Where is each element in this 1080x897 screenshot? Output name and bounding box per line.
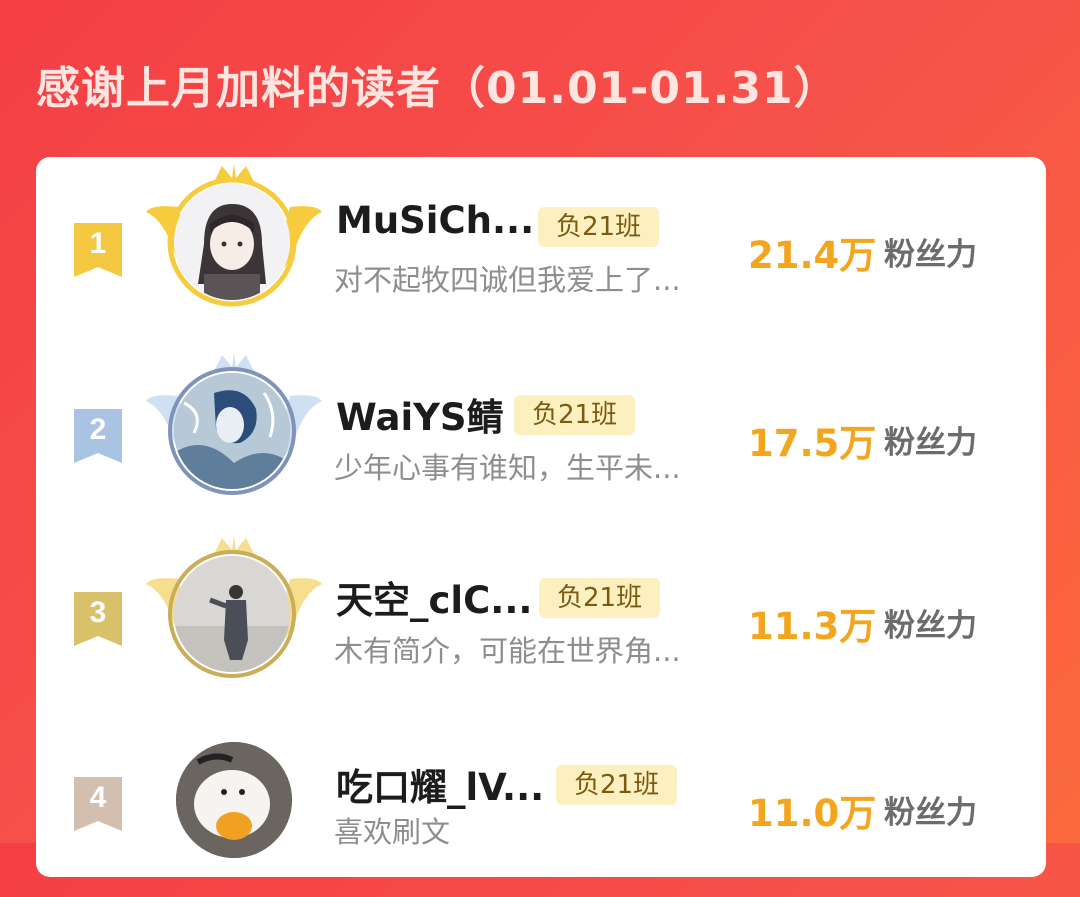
reader-name[interactable]: 天空_clC...: [336, 570, 532, 624]
avatar-frame[interactable]: [144, 162, 324, 312]
fan-badge: 负21班: [514, 395, 636, 435]
rank-ribbon-icon: 1: [72, 223, 124, 277]
reader-row[interactable]: 3 天空_clC... 负21班 木有简介，可能在世界角... 11.3万 粉丝…: [36, 532, 1046, 712]
rank-number: 3: [89, 596, 107, 629]
fans-label: 粉丝力: [884, 795, 977, 831]
avatar: [176, 742, 292, 858]
reader-bio: 木有简介，可能在世界角...: [334, 634, 681, 668]
fan-badge: 负21班: [538, 207, 660, 247]
reader-ranking-card: 1 MuSiCh... 负21班 对不起牧四诚但我爱上了... 21.4万 粉丝…: [36, 157, 1046, 877]
reader-row[interactable]: 2 WaiYS鲭 负21班 少年心事有谁知，生平未... 17.5万 粉丝力: [36, 347, 1046, 527]
reader-row[interactable]: 1 MuSiCh... 负21班 对不起牧四诚但我爱上了... 21.4万 粉丝…: [36, 157, 1046, 337]
fan-badge: 负21班: [539, 578, 661, 618]
avatar-frame[interactable]: [144, 717, 324, 867]
rank-number: 2: [89, 413, 107, 446]
rank-ribbon-icon: 4: [72, 777, 124, 831]
avatar-frame[interactable]: [144, 534, 324, 684]
reader-name[interactable]: WaiYS鲭: [336, 387, 504, 441]
avatar: [174, 556, 290, 672]
rank-ribbon-icon: 2: [72, 409, 124, 463]
rank-number: 1: [89, 227, 107, 260]
rank-ribbon-icon: 3: [72, 592, 124, 646]
page-title: 感谢上月加料的读者（01.01-01.31）: [36, 63, 839, 114]
fans-value: 11.3万: [748, 605, 877, 648]
fans-value: 21.4万: [748, 234, 877, 277]
fans-value: 11.0万: [748, 792, 877, 835]
rank-number: 4: [89, 781, 107, 814]
reader-bio: 喜欢刷文: [334, 815, 451, 849]
reader-bio: 少年心事有谁知，生平未...: [334, 451, 681, 485]
avatar-frame[interactable]: [144, 351, 324, 501]
fan-badge: 负21班: [556, 765, 678, 805]
reader-name[interactable]: MuSiCh...: [336, 199, 534, 242]
reader-bio: 对不起牧四诚但我爱上了...: [334, 263, 681, 297]
avatar: [174, 184, 290, 300]
fans-label: 粉丝力: [884, 608, 977, 644]
reader-name[interactable]: 吃口耀_lV...: [336, 757, 544, 811]
avatar: [174, 373, 290, 489]
fans-label: 粉丝力: [884, 425, 977, 461]
fans-label: 粉丝力: [884, 237, 977, 273]
fans-value: 17.5万: [748, 422, 877, 465]
reader-row[interactable]: 4 吃口耀_lV... 负21班 喜欢刷文 11.0万 粉丝力: [36, 717, 1046, 897]
